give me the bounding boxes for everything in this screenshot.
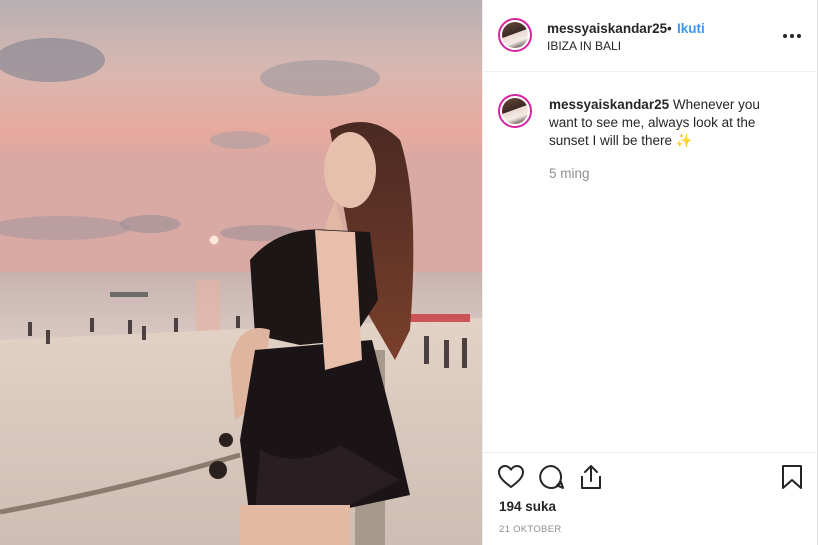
- caption-username[interactable]: messyaiskandar25: [549, 97, 669, 112]
- follow-button[interactable]: Ikuti: [677, 21, 705, 36]
- share-icon[interactable]: [577, 463, 605, 491]
- more-options-icon[interactable]: [783, 34, 801, 38]
- post-actions: 194 suka 21 OKTOBER: [483, 452, 817, 545]
- post-photo[interactable]: [0, 0, 482, 545]
- instagram-post-modal: messyaiskandar25 • Ikuti IBIZA IN BALI m…: [0, 0, 818, 545]
- post-header: messyaiskandar25 • Ikuti IBIZA IN BALI: [483, 0, 817, 72]
- caption-avatar[interactable]: [498, 94, 532, 128]
- avatar-image: [502, 22, 528, 48]
- heart-icon[interactable]: [497, 463, 525, 491]
- username-link[interactable]: messyaiskandar25: [547, 21, 667, 36]
- avatar[interactable]: [498, 18, 532, 52]
- post-side-panel: messyaiskandar25 • Ikuti IBIZA IN BALI m…: [482, 0, 818, 545]
- sunset-beach-photo: [0, 0, 482, 545]
- avatar-image: [502, 98, 528, 124]
- likes-count[interactable]: 194 suka: [499, 499, 556, 514]
- caption: messyaiskandar25 Whenever you want to se…: [549, 96, 789, 150]
- post-date[interactable]: 21 OKTOBER: [499, 524, 562, 535]
- comment-time: 5 ming: [549, 166, 590, 181]
- location-link[interactable]: IBIZA IN BALI: [547, 39, 621, 53]
- separator-dot: •: [667, 21, 672, 36]
- comment-icon[interactable]: [537, 463, 565, 491]
- bookmark-icon[interactable]: [778, 463, 806, 491]
